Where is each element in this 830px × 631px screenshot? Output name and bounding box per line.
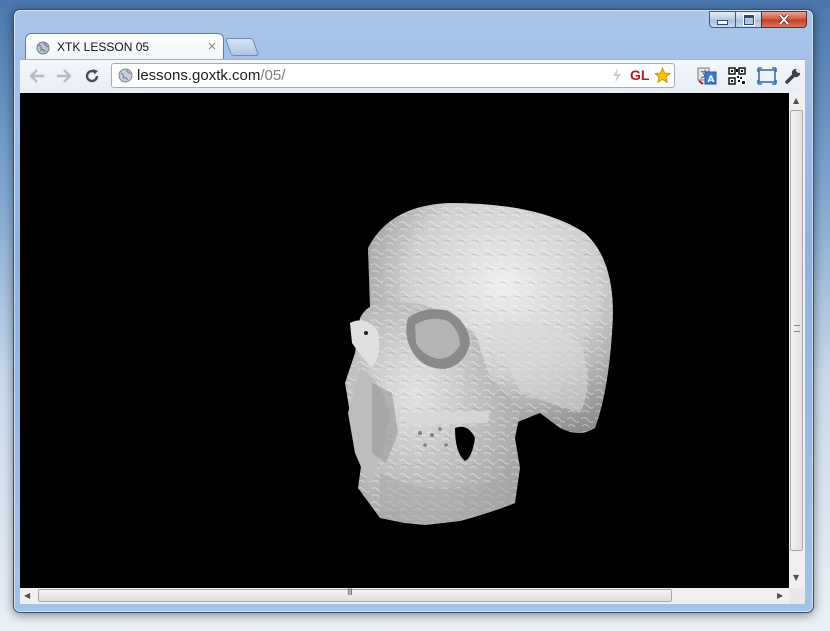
vertical-scroll-thumb[interactable]	[790, 110, 803, 551]
globe-icon	[36, 40, 50, 59]
translate-icon: 文 A	[697, 67, 717, 85]
maximize-icon	[743, 14, 754, 25]
skull-rendering[interactable]	[20, 93, 789, 588]
horizontal-scrollbar[interactable]: ◀ III ▶	[20, 588, 789, 604]
minimize-button[interactable]	[709, 11, 736, 28]
address-bar[interactable]: lessons.goxtk.com/05/ GL	[111, 63, 675, 88]
scroll-up-arrow-icon[interactable]: ▲	[793, 96, 799, 105]
settings-menu-button[interactable]	[782, 65, 804, 87]
tab-close-button[interactable]: ×	[207, 39, 217, 53]
maximize-button[interactable]	[735, 11, 762, 28]
scroll-right-arrow-icon[interactable]: ▶	[777, 591, 783, 600]
scroll-left-arrow-icon[interactable]: ◀	[24, 591, 30, 600]
tab-title: XTK LESSON 05	[57, 40, 150, 54]
window-controls	[709, 11, 807, 28]
star-icon[interactable]	[654, 67, 671, 88]
forward-button[interactable]	[54, 66, 74, 86]
webgl-canvas[interactable]	[20, 93, 789, 588]
browser-window: XTK LESSON 05 × lessons.goxtk.com/05/ GL…	[13, 9, 814, 613]
scroll-down-arrow-icon[interactable]: ▼	[793, 573, 799, 582]
qr-code-extension-button[interactable]	[726, 65, 748, 87]
fullscreen-extension-button[interactable]	[756, 65, 778, 87]
browser-toolbar: lessons.goxtk.com/05/ GL 文 A	[20, 59, 805, 93]
url-text: lessons.goxtk.com/05/	[137, 67, 285, 84]
gl-extension-badge[interactable]: GL	[630, 67, 649, 83]
site-info-icon[interactable]	[118, 68, 133, 87]
bolt-icon[interactable]	[612, 68, 622, 87]
reload-button[interactable]	[82, 66, 102, 86]
tab-xtk-lesson[interactable]: XTK LESSON 05 ×	[25, 33, 224, 60]
globe-icon	[118, 68, 133, 83]
horizontal-grip-icon: III	[347, 588, 353, 598]
back-arrow-icon	[29, 69, 44, 83]
svg-text:A: A	[708, 75, 715, 85]
url-host: lessons.goxtk.com	[137, 67, 261, 84]
wrench-icon	[785, 68, 801, 84]
translate-extension-button[interactable]: 文 A	[696, 65, 718, 87]
minimize-icon	[717, 20, 728, 25]
close-icon	[778, 14, 790, 25]
vertical-grip-icon	[794, 325, 800, 332]
close-button[interactable]	[761, 11, 807, 28]
vertical-scrollbar[interactable]: ▲ ▼	[789, 93, 805, 588]
horizontal-scroll-thumb[interactable]: III	[38, 588, 672, 602]
back-button[interactable]	[27, 66, 47, 86]
qr-code-icon	[728, 67, 746, 85]
url-path: /05/	[260, 67, 286, 84]
reload-icon	[85, 69, 99, 83]
scrollbar-corner	[789, 588, 805, 604]
new-tab-button[interactable]	[224, 38, 260, 56]
forward-arrow-icon	[57, 69, 72, 83]
fullscreen-icon	[757, 67, 777, 85]
